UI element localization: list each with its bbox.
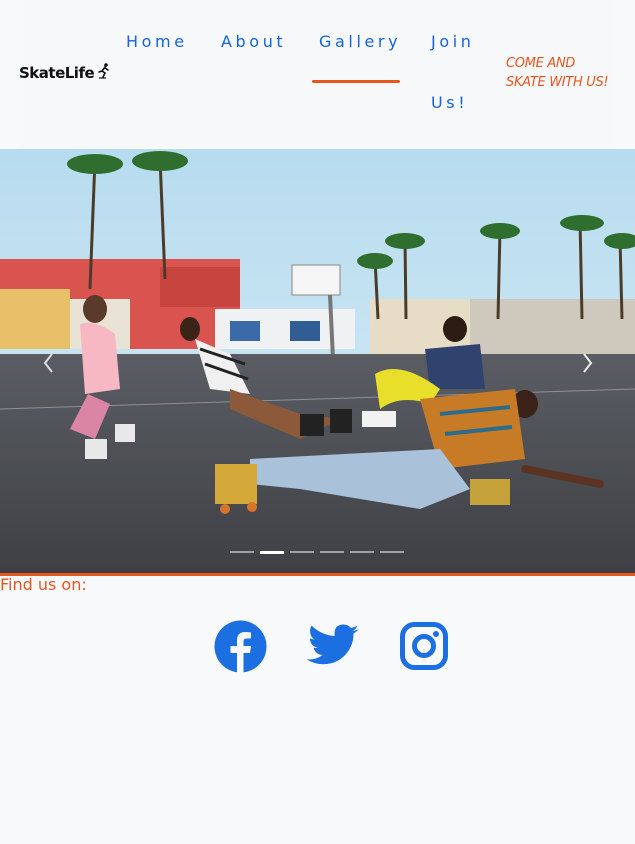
instagram-link[interactable] xyxy=(400,622,448,674)
find-us-label: Find us on: xyxy=(0,575,87,594)
chevron-right-icon xyxy=(583,353,593,373)
chevron-left-icon xyxy=(43,353,53,373)
cta-text[interactable]: COME AND SKATE WITH US! xyxy=(506,54,618,92)
nav-join-us[interactable]: Us! xyxy=(431,93,468,112)
facebook-icon xyxy=(214,620,267,673)
carousel-indicator-1[interactable] xyxy=(230,551,254,553)
instagram-icon xyxy=(400,622,448,670)
brand-logo[interactable]: SkateLife xyxy=(19,62,110,84)
carousel-indicator-3[interactable] xyxy=(290,551,314,553)
carousel-indicators xyxy=(230,551,405,554)
cta-line-2: SKATE WITH US! xyxy=(506,75,609,90)
skater-icon xyxy=(96,63,110,83)
nav-about[interactable]: About xyxy=(221,32,286,51)
nav-join[interactable]: Join xyxy=(431,32,475,51)
carousel-indicator-6[interactable] xyxy=(380,551,404,553)
active-nav-indicator xyxy=(312,80,400,83)
nav-home[interactable]: Home xyxy=(126,32,188,51)
brand-name: SkateLife xyxy=(19,64,95,82)
carousel-prev-button[interactable] xyxy=(40,351,58,375)
twitter-link[interactable] xyxy=(306,624,360,672)
carousel-next-button[interactable] xyxy=(578,351,596,375)
facebook-link[interactable] xyxy=(214,620,267,677)
carousel-indicator-4[interactable] xyxy=(320,551,344,553)
carousel-indicator-5[interactable] xyxy=(350,551,374,553)
carousel-indicator-2-active[interactable] xyxy=(260,551,284,554)
hero-image xyxy=(0,149,635,573)
hero-carousel[interactable] xyxy=(0,149,635,573)
site-header: SkateLife Home About Gallery Join Us! CO… xyxy=(19,0,615,148)
section-divider xyxy=(0,573,635,576)
nav-gallery[interactable]: Gallery xyxy=(319,32,401,51)
cta-line-1: COME AND xyxy=(506,56,576,71)
twitter-icon xyxy=(306,624,359,665)
